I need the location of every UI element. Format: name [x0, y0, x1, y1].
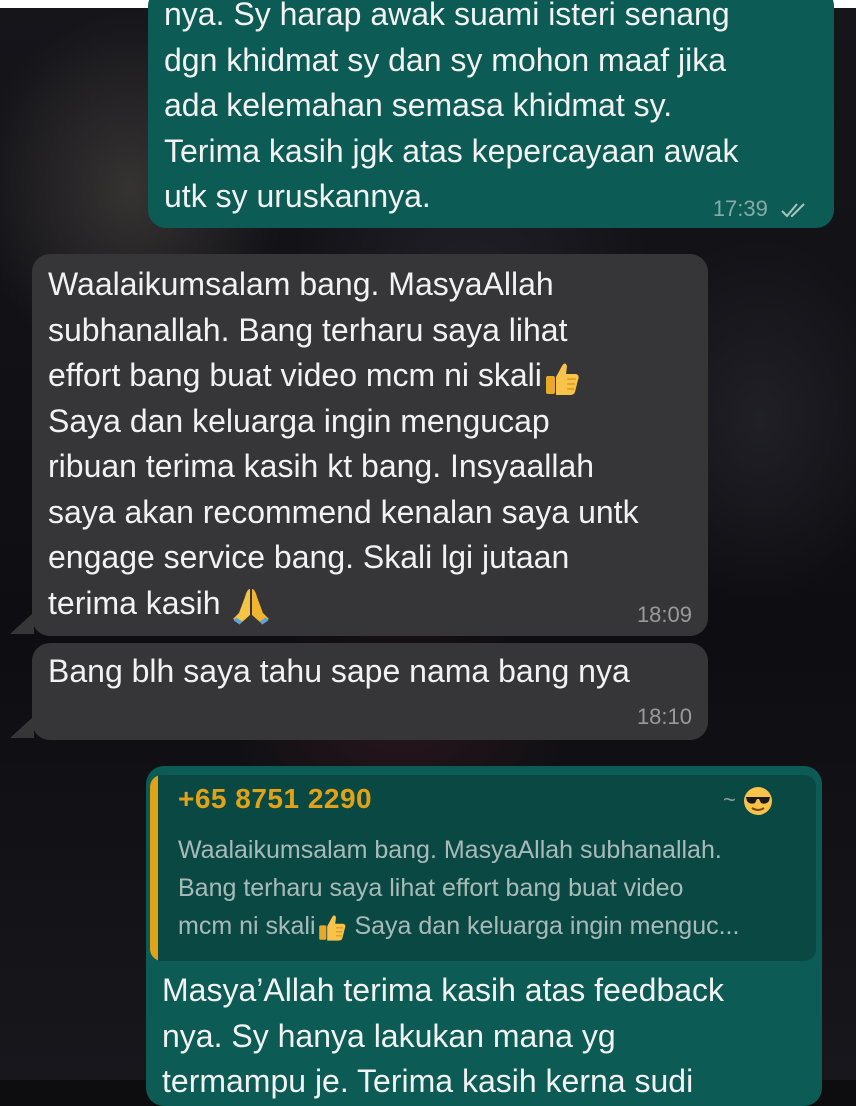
incoming-message-bubble[interactable]: Bang blh saya tahu sape nama bang nya 18… — [32, 643, 708, 740]
quoted-message[interactable]: +65 8751 2290 ~ Waalaikumsalam bang. Mas… — [150, 775, 816, 961]
read-ticks-icon — [781, 203, 805, 218]
incoming-message-bubble[interactable]: Waalaikumsalam bang. MasyaAllah subhanal… — [32, 254, 708, 636]
reply-message-text: Masya’Allah terima kasih atas feedback n… — [162, 972, 725, 1099]
message-text: Waalaikumsalam bang. MasyaAllah subhanal… — [48, 262, 708, 626]
message-timestamp: 17:39 — [713, 196, 810, 222]
folded-hands-icon — [233, 589, 270, 625]
message-text: Bang blh saya tahu sape nama bang nya — [48, 653, 630, 689]
quoted-sender-number: +65 8751 2290 — [178, 783, 373, 814]
thumbs-up-icon — [545, 363, 579, 395]
pushname-tilde: ~ — [723, 786, 736, 812]
message-text-part: Waalaikumsalam bang. MasyaAllah subhanal… — [48, 266, 568, 393]
bubble-tail — [10, 716, 34, 738]
timestamp-text: 17:39 — [712, 196, 768, 221]
message-text-part: Saya dan keluarga ingin mengucap ribuan … — [48, 402, 639, 621]
message-timestamp: 18:09 — [636, 602, 692, 627]
message-text: nya. Sy harap awak suami isteri senang d… — [164, 0, 739, 214]
thumbs-up-icon — [318, 915, 345, 941]
quoted-text-part: Saya dan keluarga ingin menguc... — [347, 912, 740, 940]
sunglasses-face-icon — [744, 787, 772, 815]
outgoing-message-bubble[interactable]: nya. Sy harap awak suami isteri senang d… — [148, 0, 834, 228]
bubble-tail — [10, 612, 34, 634]
quoted-sender-pushname: ~ — [723, 785, 774, 817]
quoted-text: Waalaikumsalam bang. MasyaAllah subhanal… — [178, 831, 808, 945]
message-timestamp: 18:10 — [636, 704, 692, 729]
quote-accent-bar — [150, 775, 158, 961]
